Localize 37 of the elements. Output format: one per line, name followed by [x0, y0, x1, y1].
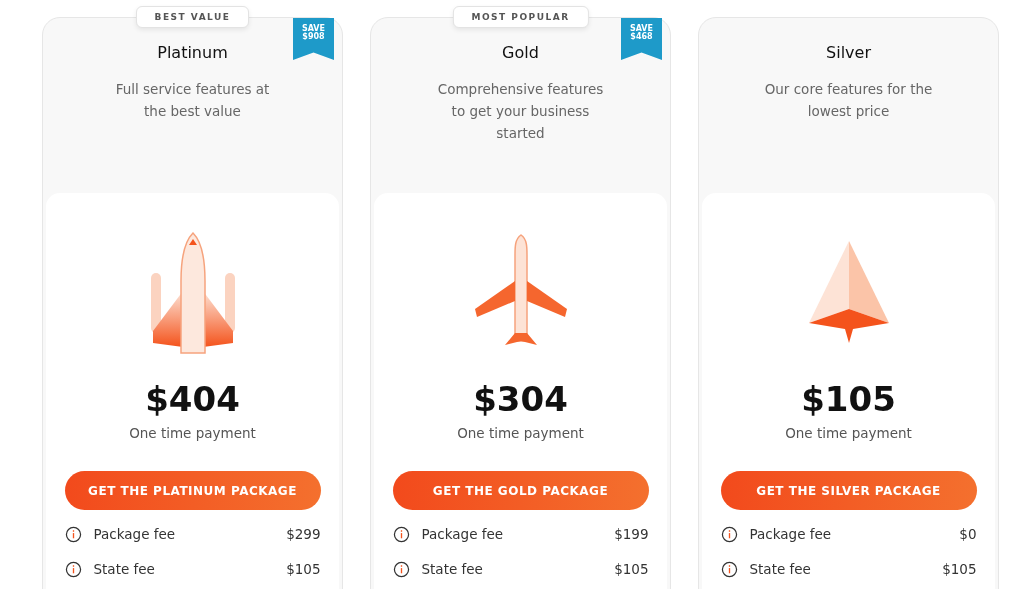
- fee-label: State fee: [421, 561, 484, 577]
- plan-name: Platinum: [157, 43, 228, 62]
- fee-label: State fee: [749, 561, 812, 577]
- price-note: One time payment: [785, 425, 912, 441]
- price: $404: [145, 379, 240, 419]
- info-icon[interactable]: [720, 525, 738, 543]
- price: $105: [801, 379, 896, 419]
- info-icon[interactable]: [392, 560, 410, 578]
- info-icon[interactable]: [64, 525, 82, 543]
- fee-amount: $199: [614, 526, 649, 542]
- fee-amount: $299: [286, 526, 321, 542]
- plan-description: Our core features for the lowest price: [763, 80, 934, 121]
- price-note: One time payment: [457, 425, 584, 441]
- fee-amount: $105: [286, 561, 321, 577]
- plan-badge: BEST VALUE: [135, 6, 250, 28]
- info-icon[interactable]: [720, 560, 738, 578]
- get-package-button[interactable]: GET THE SILVER PACKAGE: [720, 471, 977, 510]
- plan-name: Gold: [502, 43, 539, 62]
- fee-label: State fee: [93, 561, 156, 577]
- fee-label: Package fee: [93, 526, 177, 542]
- price-note: One time payment: [129, 425, 256, 441]
- plan-description: Full service features at the best value: [114, 80, 271, 121]
- fee-amount: $105: [942, 561, 977, 577]
- get-package-button[interactable]: GET THE GOLD PACKAGE: [392, 471, 649, 510]
- fee-label: Package fee: [749, 526, 833, 542]
- info-icon[interactable]: [392, 525, 410, 543]
- price: $304: [473, 379, 568, 419]
- info-icon[interactable]: [64, 560, 82, 578]
- fee-amount: $0: [959, 526, 977, 542]
- fee-label: Package fee: [421, 526, 505, 542]
- plan-name: Silver: [826, 43, 871, 62]
- savings-ribbon: SAVE $468: [621, 18, 662, 60]
- plan-badge: MOST POPULAR: [452, 6, 589, 28]
- get-package-button[interactable]: GET THE PLATINUM PACKAGE: [64, 471, 321, 510]
- savings-ribbon: SAVE $908: [293, 18, 334, 60]
- plan-description: Comprehensive features to get your business started: [436, 80, 605, 143]
- fee-amount: $105: [614, 561, 649, 577]
